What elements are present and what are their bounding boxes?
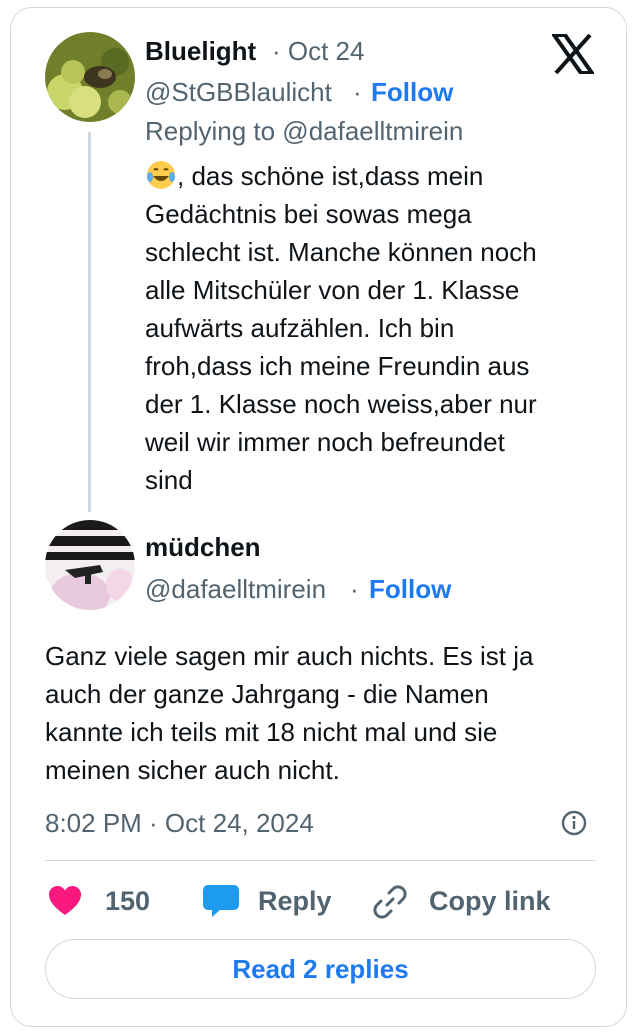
parent-handle[interactable]: @StGBBlaulicht	[145, 77, 332, 108]
link-icon	[372, 884, 408, 920]
parent-follow-link[interactable]: Follow	[371, 77, 453, 108]
read-replies-button[interactable]: Read 2 replies	[45, 939, 596, 999]
actions-divider	[45, 860, 596, 861]
bluelight-avatar[interactable]	[45, 32, 135, 122]
copy-link-label: Copy link	[429, 886, 551, 916]
reply-button[interactable]: Reply	[200, 880, 340, 924]
info-icon[interactable]	[561, 810, 587, 836]
tears-of-joy-emoji-icon	[145, 159, 177, 191]
parent-tweet-text: , das schöne ist,dass mein Gedächtnis be…	[145, 157, 595, 499]
parent-separator: ·	[353, 77, 362, 107]
reply-label: Reply	[258, 886, 332, 916]
main-separator: ·	[350, 574, 359, 604]
main-display-name[interactable]: müdchen	[145, 532, 261, 563]
muedchen-avatar[interactable]	[45, 520, 135, 610]
main-follow-link[interactable]: Follow	[369, 574, 451, 605]
like-button[interactable]: 150	[45, 880, 165, 924]
parent-date[interactable]: · Oct 24	[272, 36, 364, 67]
thread-connector-line	[88, 132, 91, 512]
like-count: 150	[105, 886, 151, 916]
parent-tweet-body: , das schöne ist,dass mein Gedächtnis be…	[145, 161, 537, 495]
x-logo-icon[interactable]	[550, 33, 596, 75]
copy-link-button[interactable]: Copy link	[370, 880, 560, 924]
speech-bubble-icon	[202, 883, 240, 919]
heart-icon	[48, 885, 82, 917]
main-tweet-text: Ganz viele sagen mir auch nichts. Es ist…	[45, 641, 534, 785]
tweet-timestamp[interactable]: 8:02 PM · Oct 24, 2024	[45, 808, 314, 839]
parent-display-name[interactable]: Bluelight	[145, 36, 256, 67]
main-handle[interactable]: @dafaelltmirein	[145, 574, 326, 605]
replying-to[interactable]: Replying to @dafaelltmirein	[145, 116, 463, 147]
